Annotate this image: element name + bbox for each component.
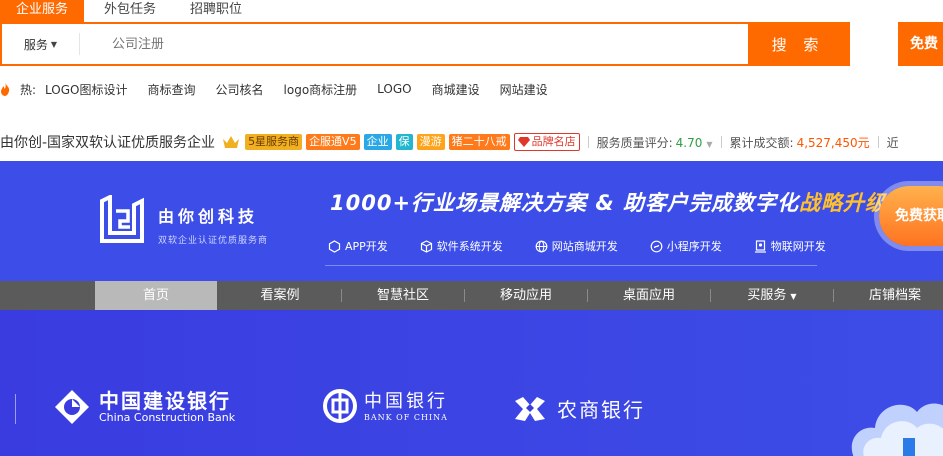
nav-item-cases[interactable]: 看案例	[220, 281, 340, 310]
zbj-badge: 猪二十八戒	[448, 134, 510, 150]
shop-info-row: 由你创-国家双软认证优质服务企业 5星服务商 企服通V5 企业 保 漫游 猪二十…	[0, 131, 899, 153]
divider	[877, 136, 879, 148]
volume-label: 累计成交额:	[729, 135, 794, 150]
nav-item-home[interactable]: 首页	[95, 281, 217, 310]
search-category-label: 服务	[23, 37, 48, 52]
device-icon	[754, 239, 766, 253]
client-logos-section: 中国建设银行 China Construction Bank 中国银行 BANK…	[0, 310, 943, 456]
volume-value: 4,527,450元	[796, 135, 870, 150]
guarantee-badge: 保	[395, 134, 413, 150]
search-bar: 服务 ▼ 搜 索	[0, 22, 850, 66]
divider	[15, 394, 16, 424]
brand-store-badge: 品牌名店	[513, 133, 580, 151]
rating-value: 4.70	[675, 135, 703, 150]
rural-bank-name: 农商银行	[557, 398, 645, 422]
logo-company-name: 由你创科技	[158, 207, 259, 226]
caret-down-icon: ▼	[706, 139, 713, 149]
feature-app: APP开发	[328, 238, 388, 254]
feature-software: 软件系统开发	[420, 238, 503, 254]
divider	[325, 265, 817, 266]
ccb-logo: 中国建设银行 China Construction Bank	[53, 388, 235, 426]
hot-item[interactable]: 公司核名	[216, 81, 264, 98]
hot-keywords: 热: LOGO图标设计 商标查询 公司核名 logo商标注册 LOGO 商城建设…	[0, 80, 568, 98]
tab-job-posting[interactable]: 招聘职位	[176, 0, 256, 22]
company-logo-icon	[100, 195, 144, 243]
nav-buy-services-label: 买服务	[747, 288, 787, 303]
feature-label: 物联网开发	[770, 240, 826, 253]
nav-item-mobile-apps[interactable]: 移动应用	[465, 281, 587, 310]
transaction-volume: 累计成交额: 4,527,450元	[730, 134, 870, 151]
free-button[interactable]: 免费	[898, 22, 943, 66]
banner-headline: 1000+行业场景解决方案 & 助客户完成数字化战略升级	[330, 187, 887, 217]
cube-icon	[420, 239, 432, 253]
hot-item[interactable]: 商城建设	[432, 81, 480, 98]
nav-item-smart-community[interactable]: 智慧社区	[342, 281, 464, 310]
feature-miniprogram: 小程序开发	[650, 238, 722, 254]
tab-outsource-task[interactable]: 外包任务	[90, 0, 170, 22]
cloud-illustration-icon	[851, 403, 943, 456]
more-info-truncated: 近	[886, 135, 899, 150]
rating-label: 服务质量评分:	[596, 135, 673, 150]
boc-logo: 中国银行 BANK OF CHINA	[322, 388, 448, 424]
hot-item[interactable]: 商标查询	[148, 81, 196, 98]
service-rating[interactable]: 服务质量评分: 4.70 ▼	[597, 134, 713, 151]
fire-icon	[1, 82, 10, 96]
rural-bank-emblem-icon	[515, 396, 545, 421]
top-tabs: 企业服务 外包任务 招聘职位	[0, 0, 256, 22]
nav-item-buy-services[interactable]: 买服务 ▼	[711, 281, 833, 310]
shop-banner: 由你创科技 双软企业认证优质服务商 1000+行业场景解决方案 & 助客户完成数…	[0, 161, 943, 281]
feature-label: APP开发	[345, 240, 388, 253]
ccb-emblem-icon	[55, 390, 89, 424]
globe-icon	[535, 240, 548, 252]
logo-subtitle: 双软企业认证优质服务商	[158, 236, 269, 246]
hot-item[interactable]: LOGO图标设计	[45, 81, 127, 98]
divider	[587, 136, 589, 148]
hot-label: 热:	[20, 82, 37, 97]
brand-store-label: 品牌名店	[531, 135, 576, 148]
boc-emblem-icon	[323, 389, 357, 423]
headline-accent: 战略升级	[798, 191, 887, 215]
feature-list: APP开发 软件系统开发 网站商城开发 小程序开发 物联网开发	[328, 238, 858, 254]
headline-main: 1000+行业场景解决方案 & 助客户完成数字化	[330, 191, 799, 215]
nav-item-shop-profile[interactable]: 店铺档案	[834, 281, 943, 310]
feature-label: 小程序开发	[666, 240, 722, 253]
free-quote-button[interactable]: 免费获取	[879, 186, 943, 246]
rural-bank-logo: 农商银行	[513, 394, 645, 423]
boc-name-cn: 中国银行	[364, 390, 448, 412]
ccb-name-en: China Construction Bank	[99, 411, 236, 424]
star-service-badge: 5星服务商	[245, 134, 303, 150]
search-input[interactable]	[80, 24, 748, 64]
hot-item[interactable]: 网站建设	[500, 81, 548, 98]
nav-item-desktop-apps[interactable]: 桌面应用	[588, 281, 710, 310]
diamond-icon	[517, 137, 530, 147]
hot-item[interactable]: LOGO	[377, 82, 411, 96]
caret-down-icon: ▼	[50, 39, 58, 49]
feature-label: 网站商城开发	[551, 240, 618, 253]
caret-down-icon: ▼	[790, 292, 797, 301]
ccb-name-cn: 中国建设银行	[99, 389, 231, 413]
shop-name[interactable]: 由你创-国家双软认证优质服务企业	[0, 132, 215, 152]
shop-nav: 首页 看案例 智慧社区 移动应用 桌面应用 买服务 ▼ 店铺档案	[0, 281, 943, 310]
divider	[720, 136, 722, 148]
roaming-badge: 漫游	[416, 134, 445, 150]
hot-item[interactable]: logo商标注册	[284, 81, 358, 98]
search-category-select[interactable]: 服务 ▼	[2, 33, 80, 55]
boc-name-en: BANK OF CHINA	[364, 412, 448, 422]
feature-label: 软件系统开发	[436, 240, 503, 253]
feature-website: 网站商城开发	[535, 238, 618, 254]
crown-icon	[223, 136, 240, 148]
tab-enterprise-service[interactable]: 企业服务	[0, 0, 85, 22]
feature-iot: 物联网开发	[754, 238, 826, 254]
hexagon-icon	[328, 239, 341, 253]
search-button[interactable]: 搜 索	[748, 24, 848, 64]
qifutong-badge: 企服通V5	[306, 134, 360, 150]
mini-program-icon	[650, 240, 663, 252]
enterprise-badge: 企业	[363, 134, 392, 150]
